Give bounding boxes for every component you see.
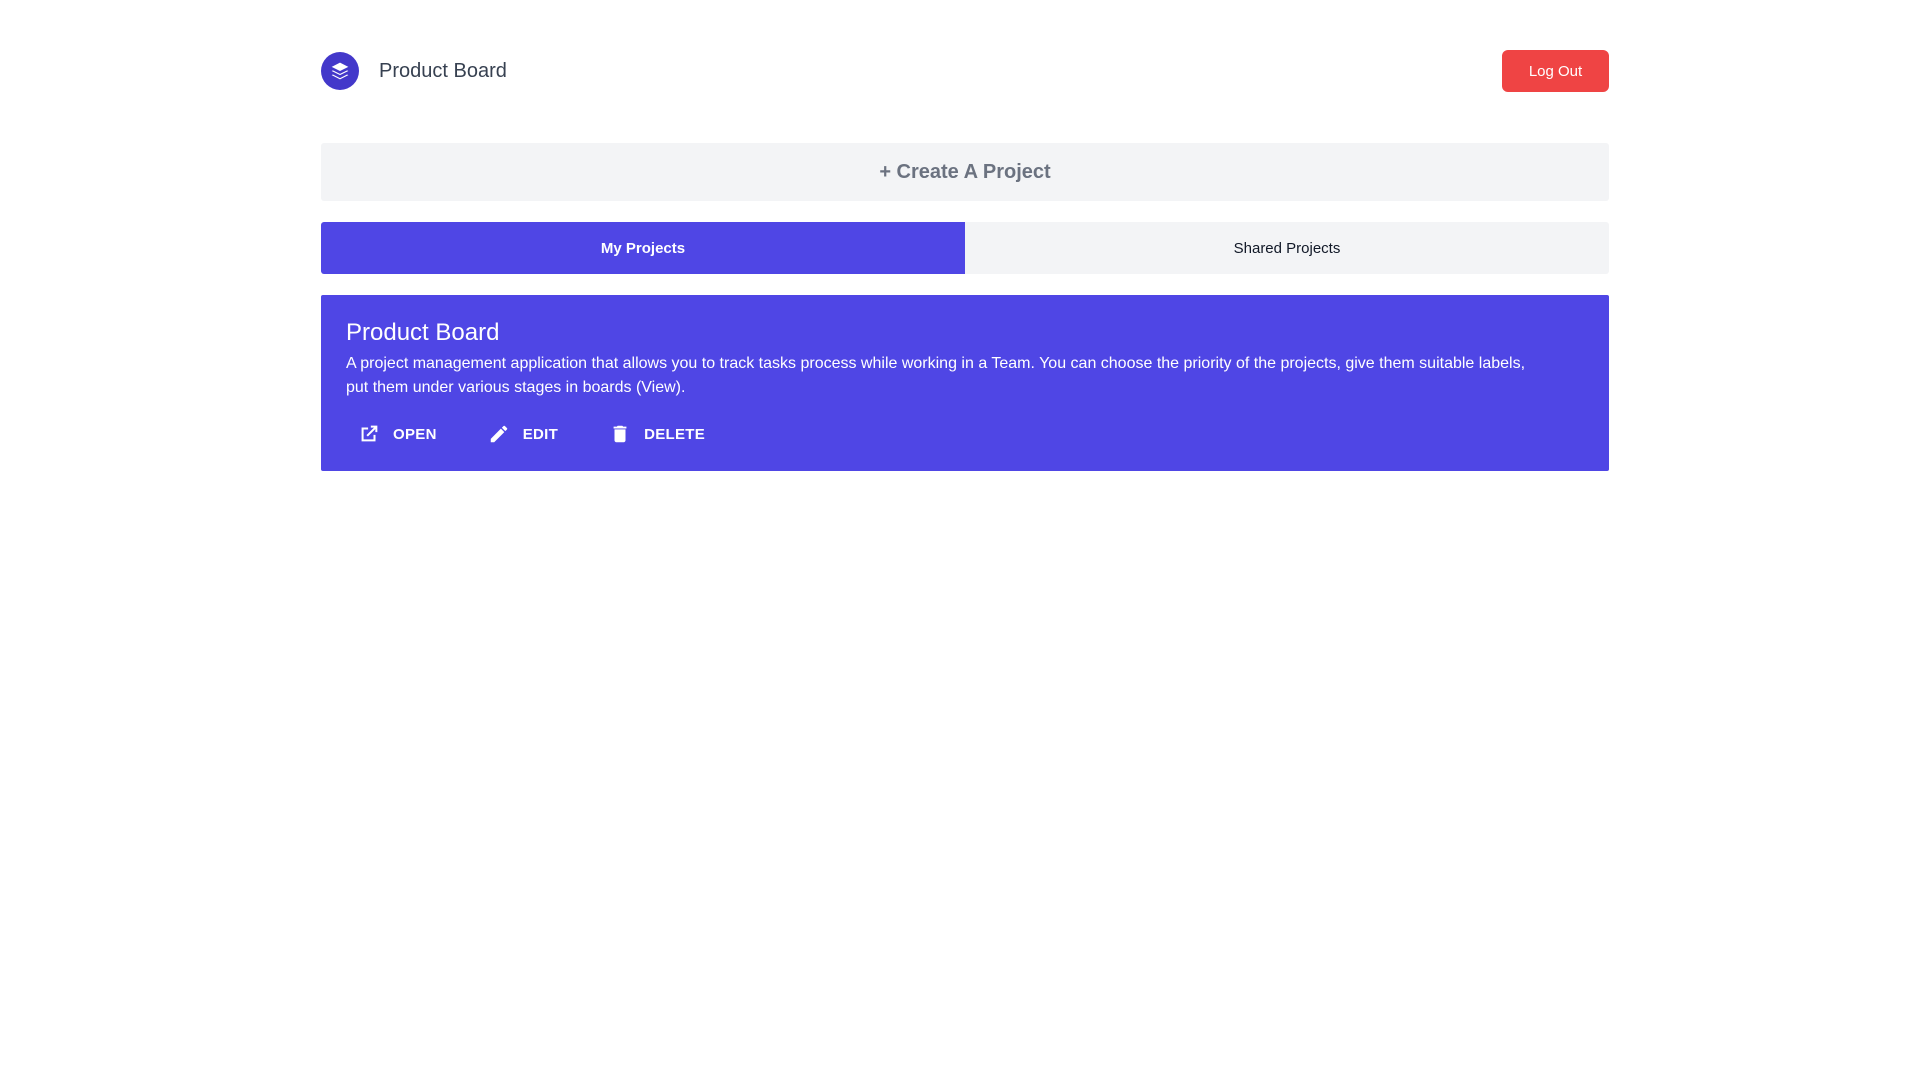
- delete-project-button[interactable]: DELETE: [608, 422, 705, 446]
- pencil-icon: [487, 422, 511, 446]
- edit-project-button[interactable]: EDIT: [487, 422, 558, 446]
- logout-button[interactable]: Log Out: [1502, 50, 1609, 92]
- open-label: OPEN: [393, 425, 437, 443]
- trash-icon: [608, 422, 632, 446]
- create-project-button[interactable]: + Create A Project: [321, 143, 1609, 201]
- open-project-button[interactable]: OPEN: [357, 422, 437, 446]
- open-in-new-icon: [357, 422, 381, 446]
- edit-label: EDIT: [522, 425, 559, 443]
- main-container: Product Board Log Out + Create A Project…: [321, 0, 1609, 471]
- app-title: Product Board: [379, 59, 507, 82]
- project-actions: OPEN EDIT DELETE: [346, 422, 1584, 446]
- project-card: Product Board A project management appli…: [321, 295, 1609, 471]
- tab-my-projects[interactable]: My Projects: [321, 222, 965, 274]
- header: Product Board Log Out: [321, 0, 1609, 143]
- project-tabs: My Projects Shared Projects: [321, 222, 1609, 274]
- project-title: Product Board: [346, 319, 500, 346]
- layers-icon: [321, 52, 359, 90]
- tab-shared-projects[interactable]: Shared Projects: [965, 222, 1609, 274]
- project-description: A project management application that al…: [346, 355, 1526, 396]
- brand[interactable]: Product Board: [321, 52, 507, 90]
- page: Product Board Log Out + Create A Project…: [0, 0, 1920, 1080]
- delete-label: DELETE: [644, 425, 706, 443]
